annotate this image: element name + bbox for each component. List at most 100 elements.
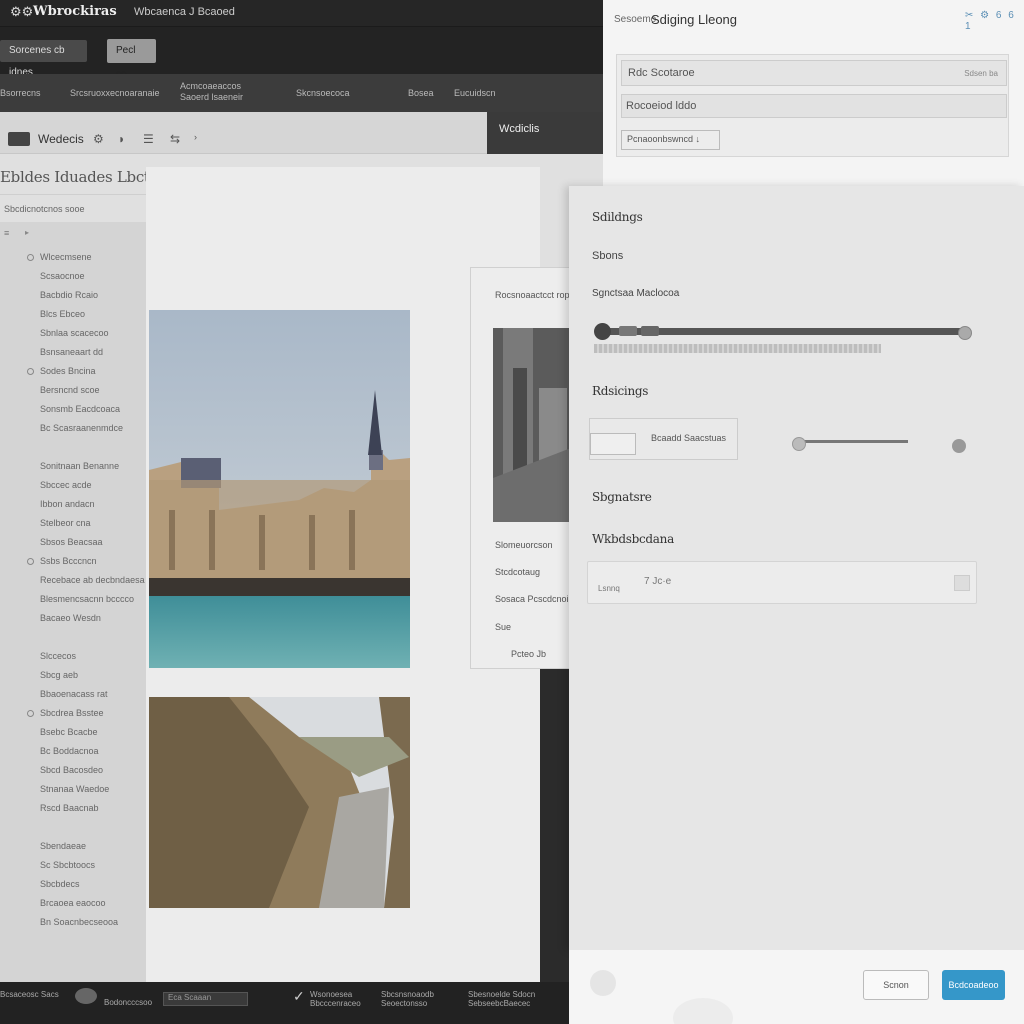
list-item[interactable]: Ssbs Bcccncn <box>40 556 97 566</box>
input-value: 7 Jc·e <box>644 576 672 587</box>
radio-icon[interactable] <box>27 254 34 261</box>
list-item[interactable]: Sbcg aeb <box>40 670 78 680</box>
search-hint: Sdsen ba <box>964 69 998 78</box>
window-controls[interactable]: ✂ ⚙ 6 6 1 <box>965 10 1024 32</box>
editor-app: ⚙⚙ Wbrockiras Wbcaenca J Bcaoed Sorcenes… <box>0 0 603 1024</box>
list-item[interactable]: Bsnsaneaart dd <box>40 347 103 357</box>
filter-dropdown[interactable]: Pcnaoonbswncd ↓ <box>621 130 720 150</box>
watermark-input[interactable]: Lsnnq 7 Jc·e <box>587 561 977 604</box>
list-item[interactable]: Stelbeor cna <box>40 518 91 528</box>
search-box: Rdc Scotaroe Sdsen ba Rocoeiod lddo Pcna… <box>616 54 1009 157</box>
name-input[interactable]: Rocoeiod lddo <box>621 94 1007 118</box>
list-item[interactable]: Sodes Bncina <box>40 366 96 376</box>
size-slider-handle[interactable] <box>594 323 611 340</box>
side-list: ≡ ▸ Wlcecmsene Scsaocnoe Bacbdio Rcaio Blcs… <box>0 222 146 982</box>
help-icon[interactable] <box>590 970 616 996</box>
section-title: Rdsicings <box>592 384 649 398</box>
status-item: Sbcsnsnoaodb Seoectonsso <box>381 990 434 1008</box>
list-item[interactable]: Scsaocnoe <box>40 271 85 281</box>
input-button[interactable] <box>954 575 970 591</box>
list-item[interactable]: Sbccec acde <box>40 480 92 490</box>
range-slider-handle[interactable] <box>792 437 806 451</box>
list-item[interactable]: Rscd Baacnab <box>40 803 99 813</box>
list-caption: ▸ <box>25 228 30 237</box>
gear-icon[interactable]: ⚙ <box>93 132 104 146</box>
font-dropdown[interactable]: Bcaadd Saacstuas <box>589 418 738 460</box>
list-item[interactable]: Sbsos Beacsaa <box>40 537 103 547</box>
list-item[interactable]: Sbcbdecs <box>40 879 80 889</box>
list-item[interactable]: Sbendaeae <box>40 841 86 851</box>
chat-icon[interactable]: ◗ <box>118 132 125 146</box>
main-toolbar: Sorcenes cb idnes Pecl co <box>0 26 603 80</box>
dark-tab[interactable]: Wcdiclis <box>487 112 603 154</box>
list-item[interactable]: Bacbdio Rcaio <box>40 290 98 300</box>
list-item[interactable]: Sonitnaan Benanne <box>40 461 119 471</box>
radio-icon[interactable] <box>27 710 34 717</box>
globe-icon[interactable] <box>75 988 97 1004</box>
list-item[interactable]: Sonsmb Eacdcoaca <box>40 404 120 414</box>
cancel-button[interactable]: Scnon <box>863 970 929 1000</box>
list-item[interactable]: Sbcd Bacosdeo <box>40 765 103 775</box>
menu-item[interactable]: Skcnsoecoca <box>296 88 350 99</box>
list-item[interactable]: Blcs Ebceo <box>40 309 85 319</box>
list-item[interactable]: Recebace ab decbndaesa <box>40 575 145 585</box>
radio-icon[interactable] <box>27 558 34 565</box>
sources-button[interactable]: Sorcenes cb idnes <box>0 40 87 78</box>
preview-button[interactable]: Pecl co <box>107 39 156 80</box>
menu-item[interactable]: Srcsruoxxecnoaranaie <box>70 88 160 99</box>
card-line: Stcdcotaug <box>495 567 541 577</box>
list-item[interactable]: Bc Boddacnoa <box>40 746 99 756</box>
list-item[interactable]: Sc Sbcbtoocs <box>40 860 95 870</box>
settings-header: Sesoemo Sdiging Lleong ✂ ⚙ 6 6 1 Rdc Sco… <box>603 0 1024 186</box>
section-label: Sbcdicnotcnos sooe <box>4 204 85 214</box>
name-value: Rocoeiod lddo <box>626 100 697 112</box>
card-thumbnail[interactable] <box>493 328 571 522</box>
canyon-photo[interactable] <box>149 697 410 908</box>
radio-icon[interactable] <box>27 368 34 375</box>
panel-icon[interactable] <box>8 132 30 146</box>
search-text: Rdc Scotaroe <box>628 67 695 79</box>
menu-item[interactable]: Bsorrecns <box>0 88 41 99</box>
dark-tab-label: Wcdiclis <box>499 123 540 135</box>
section-title: Sbgnatsre <box>592 490 652 504</box>
size-slider-end[interactable] <box>958 326 972 340</box>
list-item[interactable]: Wlcecmsene <box>40 252 92 262</box>
list-item[interactable]: Bn Soacnbecseooa <box>40 917 118 927</box>
search-input[interactable]: Rdc Scotaroe Sdsen ba <box>621 60 1007 86</box>
link-icon[interactable]: ⇆ <box>170 132 180 146</box>
settings-panel: Sdildngs Sbons Sgnctsaa Maclocoa Rdsicin… <box>569 186 1024 950</box>
list-item[interactable]: Bbaoenacass rat <box>40 689 108 699</box>
menu-item[interactable]: Eucuidscn <box>454 88 496 99</box>
app-name: Wbrockiras <box>33 4 117 19</box>
dropdown-label: Bcaadd Saacstuas <box>651 433 727 443</box>
list-item[interactable]: Sbnlaa scacecoo <box>40 328 109 338</box>
settings-breadcrumb: Sesoemo <box>614 14 657 25</box>
cog-icon[interactable]: ⚙⚙ <box>10 4 33 20</box>
status-item: Sbesnoelde Sdocn SebseebcBaecec <box>468 990 536 1008</box>
section-title: Sdildngs <box>592 210 643 224</box>
status-field[interactable]: Eca Scaaan <box>163 992 248 1006</box>
list-item[interactable]: Sbcdrea Bsstee <box>40 708 104 718</box>
menu-item[interactable]: Bosea <box>408 88 434 99</box>
list-item[interactable]: Ibbon andacn <box>40 499 95 509</box>
save-button[interactable]: Bcdcoadeoo <box>942 970 1005 1000</box>
list-icon: ≡ <box>4 228 10 238</box>
chevron-right-icon[interactable]: › <box>194 132 197 142</box>
status-item: Bcsaceosc Sacs <box>0 990 59 999</box>
range-slider-end[interactable] <box>952 439 966 453</box>
canvas-title: Wedecis <box>38 132 84 146</box>
list-item[interactable]: Stnanaa Waedoe <box>40 784 109 794</box>
list-item[interactable]: Slccecos <box>40 651 76 661</box>
list-item[interactable]: Bacaeo Wesdn <box>40 613 101 623</box>
list-item[interactable]: Bersncnd scoe <box>40 385 100 395</box>
list-item[interactable]: Bsebc Bcacbe <box>40 727 98 737</box>
list-item[interactable]: Brcaoea eaocoo <box>40 898 106 908</box>
list-item[interactable]: Bc Scasraanenmdce <box>40 423 123 433</box>
menu-item[interactable]: Acmcoaeaccos Saoerd lsaeneir <box>180 81 243 103</box>
range-slider-track[interactable] <box>798 440 908 443</box>
menu-bar: Bsorrecns Srcsruoxxecnoaranaie Acmcoaeac… <box>0 74 603 112</box>
check-icon[interactable]: ✓ <box>293 988 305 1005</box>
castle-photo[interactable] <box>149 310 410 668</box>
list-item[interactable]: Blesmencsacnn bcccco <box>40 594 134 604</box>
layers-icon[interactable]: ☰ <box>143 132 154 146</box>
